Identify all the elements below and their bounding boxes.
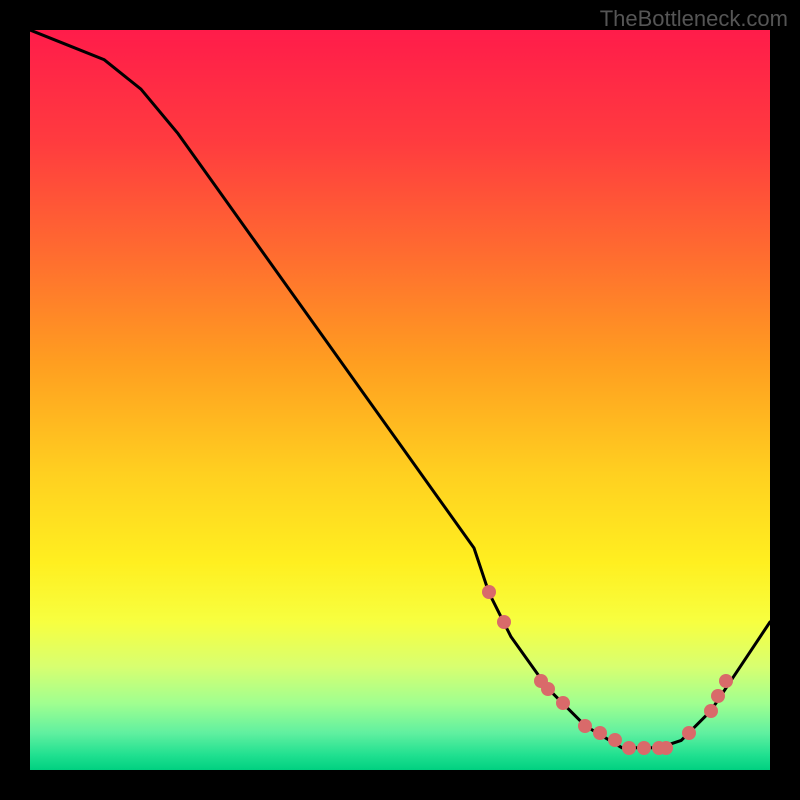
data-marker (637, 741, 651, 755)
data-marker (482, 585, 496, 599)
data-marker (719, 674, 733, 688)
chart-area (30, 30, 770, 770)
data-marker (593, 726, 607, 740)
data-markers (30, 30, 770, 770)
data-marker (704, 704, 718, 718)
data-marker (622, 741, 636, 755)
data-marker (711, 689, 725, 703)
watermark-text: TheBottleneck.com (600, 6, 788, 32)
data-marker (556, 696, 570, 710)
data-marker (659, 741, 673, 755)
data-marker (541, 682, 555, 696)
data-marker (497, 615, 511, 629)
data-marker (682, 726, 696, 740)
data-marker (578, 719, 592, 733)
data-marker (608, 733, 622, 747)
